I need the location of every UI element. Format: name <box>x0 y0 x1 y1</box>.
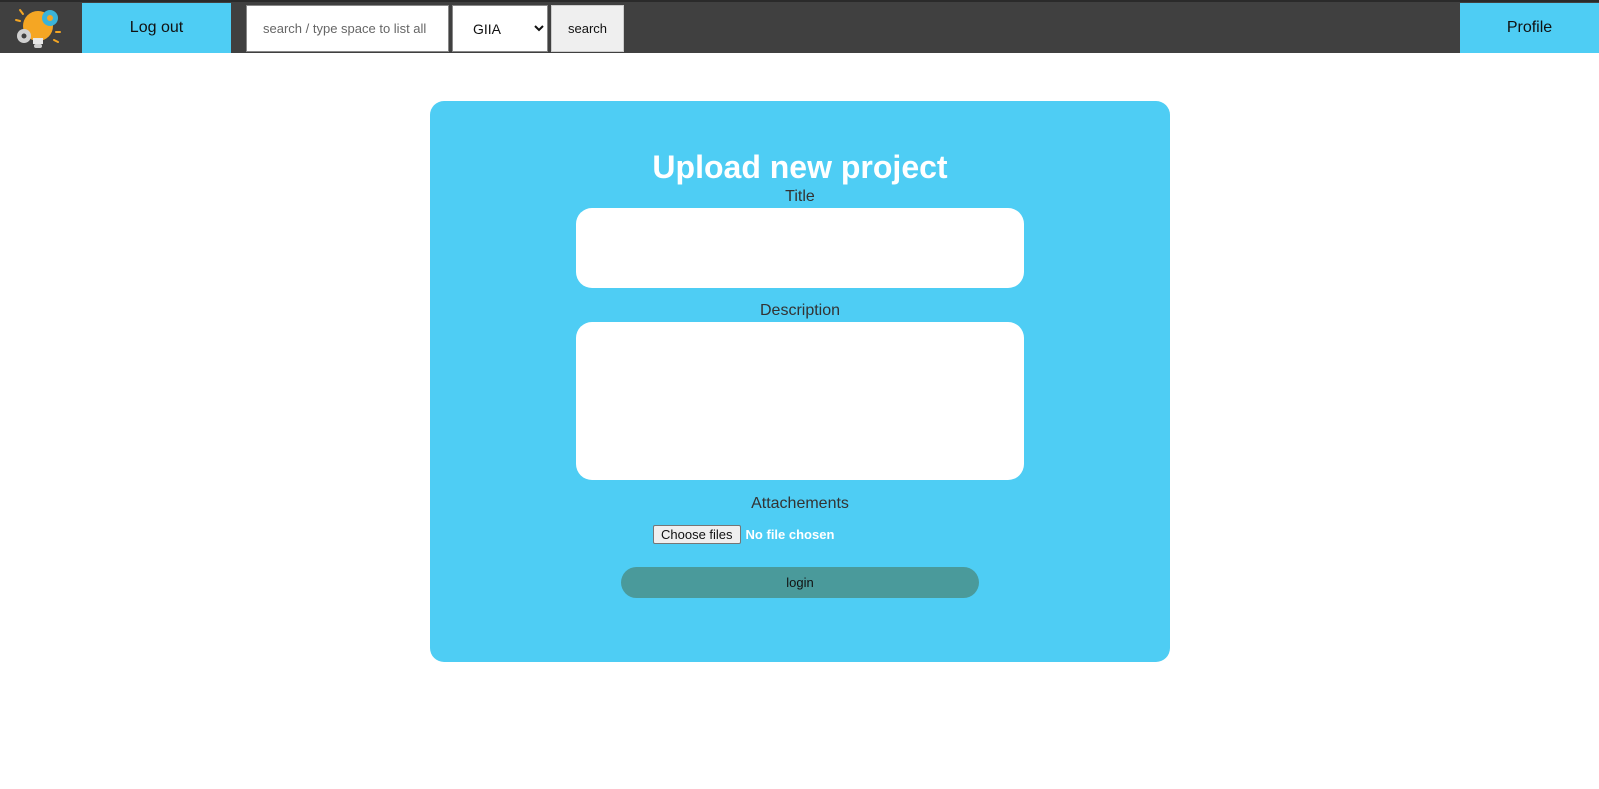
file-status-text: No file chosen <box>745 527 835 542</box>
profile-label: Profile <box>1506 19 1553 36</box>
file-picker: Choose files No file chosen <box>653 524 834 545</box>
search-button[interactable]: search <box>551 5 624 52</box>
logout-label: Log out <box>129 19 184 36</box>
choose-files-button[interactable]: Choose files <box>653 525 741 544</box>
submit-button[interactable]: login <box>621 567 979 598</box>
submit-button-label: login <box>786 575 814 590</box>
title-input[interactable] <box>576 208 1024 288</box>
search-button-label: search <box>567 21 608 36</box>
upload-project-card: Upload new project Title Description Att… <box>430 101 1170 662</box>
choose-files-label: Choose files <box>661 527 733 542</box>
profile-button[interactable]: Profile <box>1460 3 1599 53</box>
search-input[interactable] <box>246 5 449 52</box>
page-title: Upload new project <box>652 149 948 185</box>
attachments-field-label: Attachements <box>751 495 849 512</box>
description-textarea[interactable] <box>576 322 1024 480</box>
top-navbar: Log out GIIA search Profile <box>0 0 1599 53</box>
logout-button[interactable]: Log out <box>82 3 231 53</box>
description-field-label: Description <box>759 302 841 319</box>
lightbulb-gears-logo-icon[interactable] <box>12 4 68 52</box>
department-select[interactable]: GIIA <box>452 5 548 52</box>
title-field-label: Title <box>785 188 815 205</box>
